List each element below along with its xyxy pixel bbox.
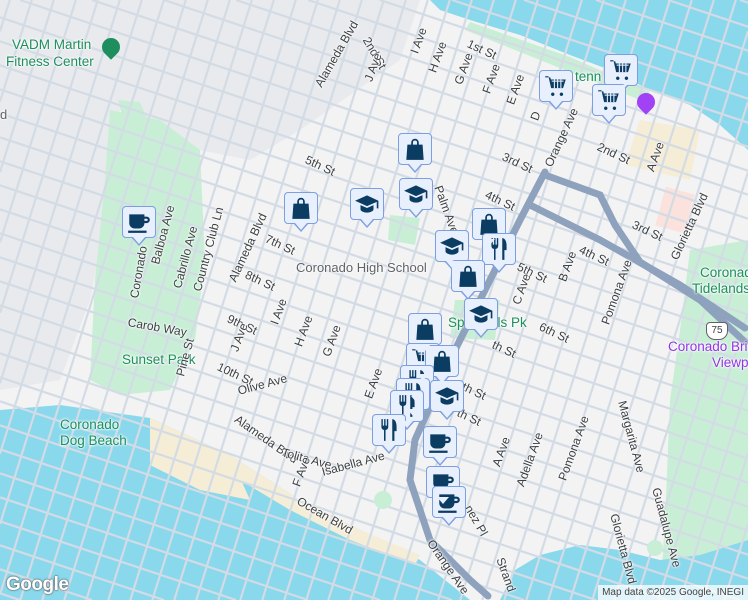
- roundabout: [374, 491, 392, 509]
- school-marker[interactable]: [464, 298, 498, 338]
- school-icon: [403, 181, 429, 207]
- bag-marker[interactable]: [398, 133, 432, 173]
- bridge-viewpoint-label: Viewp: [712, 355, 748, 370]
- dog-beach-label: Dog Beach: [60, 433, 127, 448]
- fitness-center-label: Fitness Center: [6, 54, 94, 69]
- school-icon: [354, 191, 380, 217]
- map-canvas[interactable]: [0, 0, 748, 600]
- partial-label: d: [0, 107, 8, 122]
- cart-icon: [543, 73, 569, 99]
- high-school-label: Coronado High School: [296, 260, 427, 275]
- fitness-center-label: VADM Martin: [12, 37, 92, 52]
- cart-marker[interactable]: [539, 70, 573, 110]
- school-marker[interactable]: [350, 188, 384, 228]
- coffee-marker[interactable]: [423, 426, 457, 466]
- bag-marker[interactable]: [408, 313, 442, 353]
- bag-marker[interactable]: [284, 192, 318, 232]
- bag-icon: [455, 263, 481, 289]
- tidelands-label: Tidelands: [692, 281, 748, 296]
- school-marker[interactable]: [430, 380, 464, 420]
- bag-icon: [288, 195, 314, 221]
- restaurant-marker[interactable]: [372, 414, 406, 454]
- partial-park-label: tenn: [575, 69, 602, 84]
- school-marker[interactable]: [435, 230, 469, 270]
- restaurant-marker[interactable]: [482, 233, 516, 273]
- dog-beach-label: Coronado: [60, 417, 120, 432]
- tidelands-label: Coronado: [700, 265, 748, 280]
- map-attribution[interactable]: Map data ©2025 Google, INEGI: [598, 585, 748, 600]
- school-icon: [434, 383, 460, 409]
- restaurant-icon: [376, 417, 402, 443]
- school-icon: [439, 233, 465, 259]
- bridge-viewpoint-label: Coronado Bri: [668, 339, 748, 354]
- school-marker[interactable]: [399, 178, 433, 218]
- cart-marker[interactable]: [604, 54, 638, 94]
- coffee-icon: [126, 209, 152, 235]
- route-75-shield: 75: [706, 322, 728, 340]
- bag-icon: [402, 136, 428, 162]
- bag-icon: [412, 316, 438, 342]
- coffee-icon: [427, 429, 453, 455]
- google-logo: Google: [6, 574, 69, 595]
- coffee-marker[interactable]: [122, 206, 156, 246]
- roundabout: [647, 540, 663, 556]
- cart-icon: [608, 57, 634, 83]
- school-icon: [468, 301, 494, 327]
